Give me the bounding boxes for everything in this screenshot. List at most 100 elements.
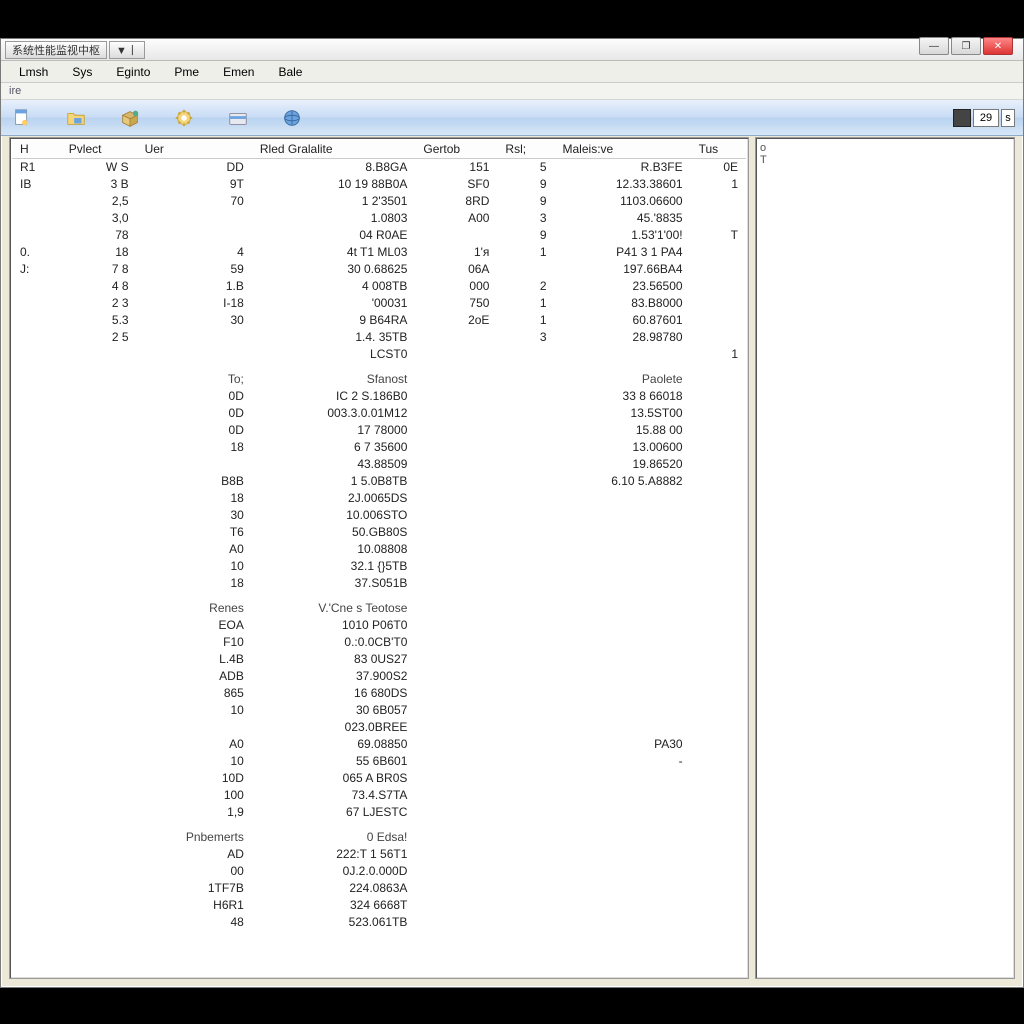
table-row[interactable]: 1TF7B224.0863A bbox=[12, 880, 746, 897]
cell: 3 bbox=[497, 210, 554, 227]
table-row[interactable]: 10D065 A BR0S bbox=[12, 770, 746, 787]
table-row[interactable]: 1,967 LJESTC bbox=[12, 804, 746, 821]
col-header[interactable]: Pvlect bbox=[61, 140, 137, 159]
table-row[interactable]: 0DIC 2 S.186B033 8 66018 bbox=[12, 388, 746, 405]
cell bbox=[555, 897, 691, 914]
globe-icon[interactable] bbox=[279, 105, 305, 131]
cell bbox=[691, 456, 746, 473]
minimize-button[interactable]: — bbox=[919, 37, 949, 55]
menu-bale[interactable]: Bale bbox=[266, 62, 314, 82]
table-row[interactable]: A010.08808 bbox=[12, 541, 746, 558]
table-row[interactable]: 2 3I-18'00031750183.B8000 bbox=[12, 295, 746, 312]
table-row[interactable]: 1030 6B057 bbox=[12, 702, 746, 719]
table-row[interactable]: J:7 85930 0.6862506A197.66BA4 bbox=[12, 261, 746, 278]
table-row[interactable]: 7804 R0AE91.53'1'00!T bbox=[12, 227, 746, 244]
cell: '00031 bbox=[252, 295, 416, 312]
table-row[interactable]: T650.GB80S bbox=[12, 524, 746, 541]
table-row[interactable]: EOA1010 P06T0 bbox=[12, 617, 746, 634]
table-row[interactable]: 2 51.4. 35TB328.98780 bbox=[12, 329, 746, 346]
cell: AD bbox=[137, 846, 252, 863]
sub-header-cell bbox=[12, 829, 61, 846]
table-row[interactable]: 48523.061TB bbox=[12, 914, 746, 931]
table-row[interactable]: AD222:T 1 56T1 bbox=[12, 846, 746, 863]
cell bbox=[691, 278, 746, 295]
table-row[interactable]: 182J.0065DS bbox=[12, 490, 746, 507]
card-icon[interactable] bbox=[225, 105, 251, 131]
table-row[interactable]: IB3 B9T10 19 88B0ASF0912.33.386011 bbox=[12, 176, 746, 193]
gear-icon[interactable] bbox=[171, 105, 197, 131]
table-row[interactable]: 023.0BREE bbox=[12, 719, 746, 736]
col-header[interactable]: Rsl; bbox=[497, 140, 554, 159]
close-button[interactable]: ✕ bbox=[983, 37, 1013, 55]
menu-emen[interactable]: Emen bbox=[211, 62, 266, 82]
titlebar-dropdown[interactable]: ▼丨 bbox=[109, 41, 145, 59]
document-icon[interactable] bbox=[9, 105, 35, 131]
table-row[interactable]: B8B1 5.0B8TB6.10 5.A8882 bbox=[12, 473, 746, 490]
cell: 10 bbox=[137, 558, 252, 575]
table-row[interactable]: F100.:0.0CB'T0 bbox=[12, 634, 746, 651]
table-row[interactable]: 3010.006STO bbox=[12, 507, 746, 524]
cell bbox=[555, 787, 691, 804]
maximize-button[interactable]: ❐ bbox=[951, 37, 981, 55]
cell: 10 19 88B0A bbox=[252, 176, 416, 193]
toolbar: 29 s bbox=[1, 100, 1023, 136]
folder-icon[interactable] bbox=[63, 105, 89, 131]
cell: 151 bbox=[415, 159, 497, 176]
col-header[interactable]: Gertob bbox=[415, 140, 497, 159]
cell bbox=[691, 702, 746, 719]
col-header[interactable]: H bbox=[12, 140, 61, 159]
cell bbox=[12, 295, 61, 312]
cell bbox=[415, 863, 497, 880]
table-row[interactable]: 4 81.B4 008TB000223.56500 bbox=[12, 278, 746, 295]
data-pane[interactable]: HPvlectUerRled GralaliteGertobRsl;Maleis… bbox=[9, 137, 749, 979]
col-header[interactable]: Rled Gralalite bbox=[252, 140, 416, 159]
sub-header-cell: Pnbemerts bbox=[137, 829, 252, 846]
table-row[interactable]: 2,5701 2'35018RD91103.06600 bbox=[12, 193, 746, 210]
cell bbox=[691, 507, 746, 524]
side-pane[interactable]: o T bbox=[755, 137, 1015, 979]
table-row[interactable]: R1W SDD8.B8GA1515R.B3FE0E bbox=[12, 159, 746, 176]
col-header[interactable]: Uer bbox=[137, 140, 252, 159]
cell: 1 bbox=[497, 312, 554, 329]
menu-eginto[interactable]: Eginto bbox=[104, 62, 162, 82]
table-row[interactable]: 5.3309 B64RA2oE160.87601 bbox=[12, 312, 746, 329]
table-row[interactable]: 0.1844t T1 ML031'я1P41 3 1 PA4 bbox=[12, 244, 746, 261]
cell: 2 bbox=[497, 278, 554, 295]
titlebar[interactable]: 系统性能监视中枢 ▼丨 — ❐ ✕ bbox=[1, 39, 1023, 61]
table-row[interactable]: ADB37.900S2 bbox=[12, 668, 746, 685]
table-row[interactable]: 1032.1 {}5TB bbox=[12, 558, 746, 575]
table-row[interactable]: 0D17 7800015.88 00 bbox=[12, 422, 746, 439]
table-row[interactable]: 000J.2.0.000D bbox=[12, 863, 746, 880]
table-row[interactable]: 1055 6B601- bbox=[12, 753, 746, 770]
col-header[interactable]: Maleis:ve bbox=[555, 140, 691, 159]
sub-header-cell: Paolete bbox=[555, 371, 691, 388]
cell bbox=[137, 346, 252, 363]
cell: 43.88509 bbox=[252, 456, 416, 473]
cell bbox=[12, 804, 61, 821]
table-row[interactable]: 86516 680DS bbox=[12, 685, 746, 702]
table-row[interactable]: A069.08850PA30 bbox=[12, 736, 746, 753]
cell: 4 8 bbox=[61, 278, 137, 295]
table-row[interactable]: L.4B83 0US27 bbox=[12, 651, 746, 668]
zoom-value[interactable]: 29 bbox=[973, 109, 999, 127]
cell bbox=[691, 558, 746, 575]
table-row[interactable]: 0D003.3.0.01M1213.5ST00 bbox=[12, 405, 746, 422]
table-row[interactable]: 186 7 3560013.00600 bbox=[12, 439, 746, 456]
cell bbox=[555, 651, 691, 668]
table-row[interactable]: 1837.S051B bbox=[12, 575, 746, 592]
table-row[interactable]: H6R1324 6668T bbox=[12, 897, 746, 914]
box-icon[interactable] bbox=[117, 105, 143, 131]
menu-lmsh[interactable]: Lmsh bbox=[7, 62, 60, 82]
table-row[interactable]: LCST01 bbox=[12, 346, 746, 363]
table-row[interactable]: 43.8850919.86520 bbox=[12, 456, 746, 473]
cell: 3 B bbox=[61, 176, 137, 193]
table-row[interactable]: 10073.4.S7TA bbox=[12, 787, 746, 804]
cell bbox=[497, 736, 554, 753]
cell: 83 0US27 bbox=[252, 651, 416, 668]
table-row[interactable]: 3,01.0803A00345.'8835 bbox=[12, 210, 746, 227]
cell: T bbox=[691, 227, 746, 244]
menu-pme[interactable]: Pme bbox=[162, 62, 211, 82]
cell bbox=[12, 405, 61, 422]
menu-sys[interactable]: Sys bbox=[60, 62, 104, 82]
col-header[interactable]: Tus bbox=[691, 140, 746, 159]
